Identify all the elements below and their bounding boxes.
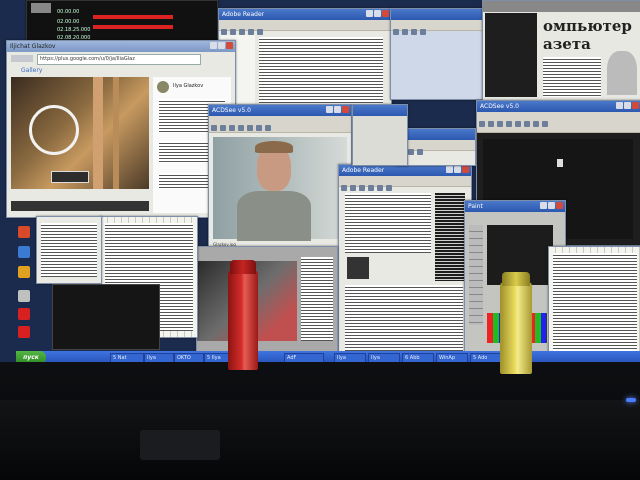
power-led-icon — [626, 398, 636, 402]
circle-highlight — [29, 105, 79, 155]
adobe-reader-window[interactable]: Adobe Reader — [338, 164, 472, 362]
toolbar[interactable] — [209, 116, 351, 133]
document-figure — [347, 257, 369, 279]
window-titlebar[interactable]: Adobe Reader — [219, 9, 391, 20]
person-body — [237, 191, 311, 241]
window-title: Adobe Reader — [222, 11, 265, 18]
table-lines — [553, 253, 637, 351]
window-titlebar[interactable]: Adobe Reader — [339, 165, 471, 176]
red-lighter — [228, 260, 258, 370]
sidebar-text — [301, 257, 333, 341]
toolbar[interactable] — [397, 140, 475, 155]
webcam-window[interactable]: ACDSee v5.0 Glazkov.jpg — [208, 104, 352, 248]
window-title: Adobe Reader — [342, 167, 385, 174]
newspaper-headline: омпьютер — [543, 17, 632, 35]
tab-title: Iljichat Glazkov — [10, 43, 56, 50]
background-window[interactable] — [396, 128, 476, 166]
document-column — [435, 193, 465, 281]
avatar — [157, 81, 169, 93]
photo-panel — [485, 13, 537, 97]
tab-gallery[interactable]: Gallery — [21, 67, 42, 74]
person-hair — [255, 141, 293, 153]
webcam-image — [213, 137, 347, 241]
window-titlebar[interactable] — [391, 9, 486, 20]
document-text — [259, 37, 383, 105]
browser-nav-icons[interactable] — [11, 55, 33, 62]
toolbar[interactable] — [219, 20, 391, 35]
lighter-cap — [502, 272, 530, 286]
background-window[interactable] — [390, 8, 487, 100]
timer-readout: 02.18.25.000 — [57, 27, 91, 33]
desktop-icon[interactable] — [18, 326, 30, 338]
desktop-icon[interactable] — [18, 226, 30, 238]
window-titlebar[interactable] — [483, 1, 640, 12]
dark-panel — [52, 284, 160, 350]
desktop-icon[interactable] — [18, 246, 30, 258]
window-titlebar[interactable]: ACDSee v5.0 — [477, 101, 640, 112]
document-text — [345, 193, 431, 253]
window-title: ACDSee v5.0 — [480, 103, 519, 110]
newspaper-scan-window[interactable]: омпьютер азета — [482, 0, 640, 102]
portrait-photo — [607, 51, 637, 95]
profile-name[interactable]: Ilya Glazkov — [173, 83, 203, 89]
door-frame — [113, 77, 119, 189]
desktop-icon[interactable] — [18, 266, 30, 278]
timer-app-window[interactable]: 00.00.00 02.00.00 02.18.25.000 02.08.20.… — [26, 0, 218, 44]
door-frame — [93, 77, 103, 189]
preview-glyph — [557, 159, 563, 167]
monitor-stand — [140, 430, 220, 460]
browser-tab-strip[interactable]: Iljichat Glazkov — [7, 41, 235, 52]
adobe-reader-window[interactable]: Adobe Reader — [218, 8, 392, 110]
document-text — [345, 285, 463, 357]
lighter-cap — [230, 260, 256, 274]
photo-controls[interactable] — [11, 201, 149, 211]
photo-scene: 00.00.00 02.00.00 02.18.25.000 02.08.20.… — [0, 0, 640, 480]
desktop-icon[interactable] — [18, 290, 30, 302]
yellow-lighter — [500, 272, 532, 374]
timer-readout: 00.00.00 — [57, 9, 80, 15]
background-window[interactable] — [352, 104, 408, 166]
background-window[interactable] — [36, 216, 102, 284]
background-window[interactable] — [196, 246, 338, 352]
red-indicator-bar — [93, 15, 173, 19]
timer-readout: 02.00.00 — [57, 19, 80, 25]
document-text — [41, 223, 97, 277]
window-titlebar[interactable]: Paint — [465, 201, 565, 212]
window-title: ACDSee v5.0 — [212, 107, 251, 114]
newspaper-headline: азета — [543, 35, 591, 53]
monitor-screen: 00.00.00 02.00.00 02.18.25.000 02.08.20.… — [0, 0, 640, 372]
photo-caption — [51, 171, 89, 183]
desk-surface — [0, 400, 640, 480]
toolbar[interactable] — [339, 176, 471, 191]
red-indicator-bar — [93, 25, 173, 29]
toolbar[interactable] — [391, 20, 486, 35]
address-bar[interactable]: https://plus.google.com/u/0/ja/IliaGlaz — [37, 54, 201, 65]
window-titlebar[interactable]: ACDSee v5.0 — [209, 105, 351, 116]
window-title: Paint — [468, 203, 483, 210]
window-titlebar[interactable] — [353, 105, 407, 116]
paint-tools[interactable] — [469, 225, 483, 325]
document-scan-window[interactable] — [548, 246, 640, 356]
toolbar[interactable] — [477, 112, 640, 133]
window-titlebar[interactable] — [397, 129, 475, 140]
browser-window[interactable]: Iljichat Glazkov https://plus.google.com… — [6, 40, 236, 218]
gallery-photo — [11, 77, 149, 189]
newspaper-text — [543, 57, 601, 97]
desktop-icon[interactable] — [18, 308, 30, 320]
